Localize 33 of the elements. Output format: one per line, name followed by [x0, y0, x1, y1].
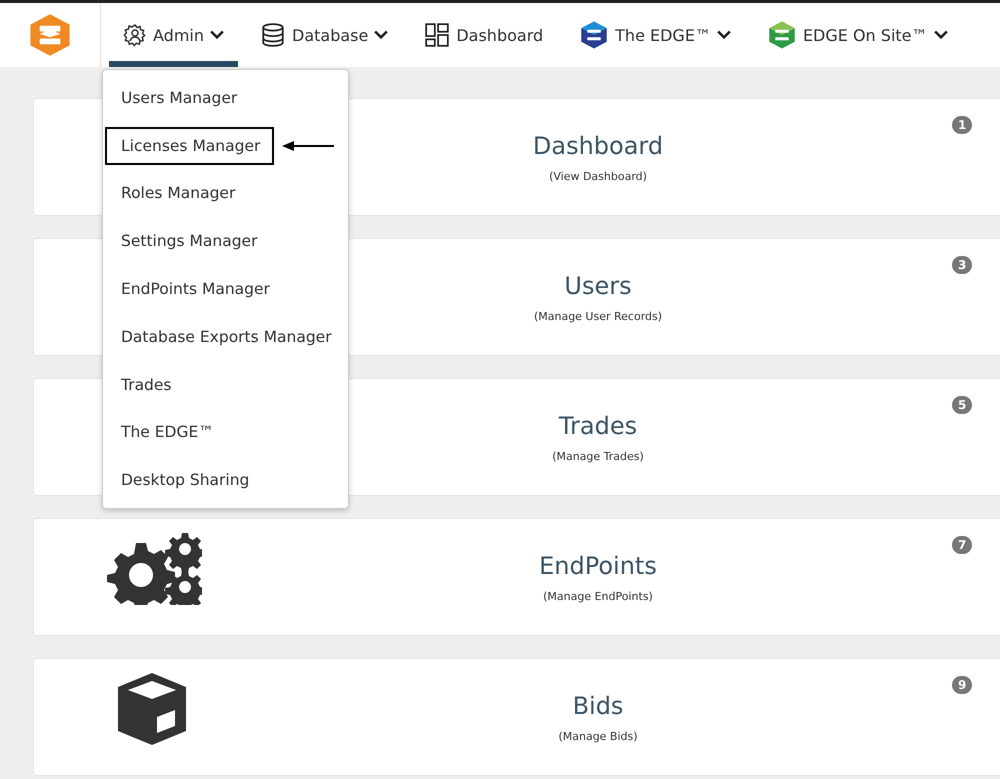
nav-menu-item[interactable]: The EDGE™: [565, 3, 745, 67]
dropdown-menu-item[interactable]: Roles Manager: [105, 174, 250, 212]
card-title: Dashboard: [532, 132, 664, 160]
card-subtitle: (Manage Bids): [558, 730, 638, 742]
count-badge: 3: [952, 256, 972, 274]
arrow-icon: [282, 140, 334, 151]
database-icon: [260, 22, 286, 48]
card-subtitle: (Manage User Records): [534, 310, 662, 322]
card-title: Bids: [572, 692, 624, 720]
count-badge: 5: [952, 396, 972, 414]
nav-menu-item[interactable]: EDGE On Site™: [752, 3, 962, 67]
card-title: EndPoints: [539, 552, 657, 580]
dashboard-icon: [424, 22, 450, 48]
dropdown-menu-item[interactable]: EndPoints Manager: [105, 270, 284, 308]
count-badge: 7: [952, 536, 972, 554]
dropdown-menu-item[interactable]: Licenses Manager: [105, 126, 274, 165]
logo-icon: [766, 20, 797, 50]
count-badge: 1: [952, 116, 972, 134]
gear-icon: [123, 23, 147, 47]
card-title: Users: [564, 272, 632, 300]
dropdown-menu-item[interactable]: Database Exports Manager: [105, 318, 346, 356]
dropdown-menu-item[interactable]: The EDGE™: [105, 413, 228, 452]
logo-icon: [579, 20, 610, 50]
module-card[interactable]: EndPoints (Manage EndPoints) 7: [33, 518, 1000, 636]
card-title: Trades: [558, 412, 638, 440]
nav-menu-item[interactable]: Dashboard: [410, 3, 558, 67]
gears-icon: [106, 533, 202, 605]
nav-menu-item[interactable]: Database: [246, 3, 402, 67]
card-subtitle: (View Dashboard): [549, 170, 647, 182]
count-badge: 9: [952, 676, 972, 694]
card-subtitle: (Manage EndPoints): [543, 590, 653, 602]
module-card[interactable]: Bids (Manage Bids) 9: [33, 658, 1000, 776]
card-subtitle: (Manage Trades): [552, 450, 644, 462]
